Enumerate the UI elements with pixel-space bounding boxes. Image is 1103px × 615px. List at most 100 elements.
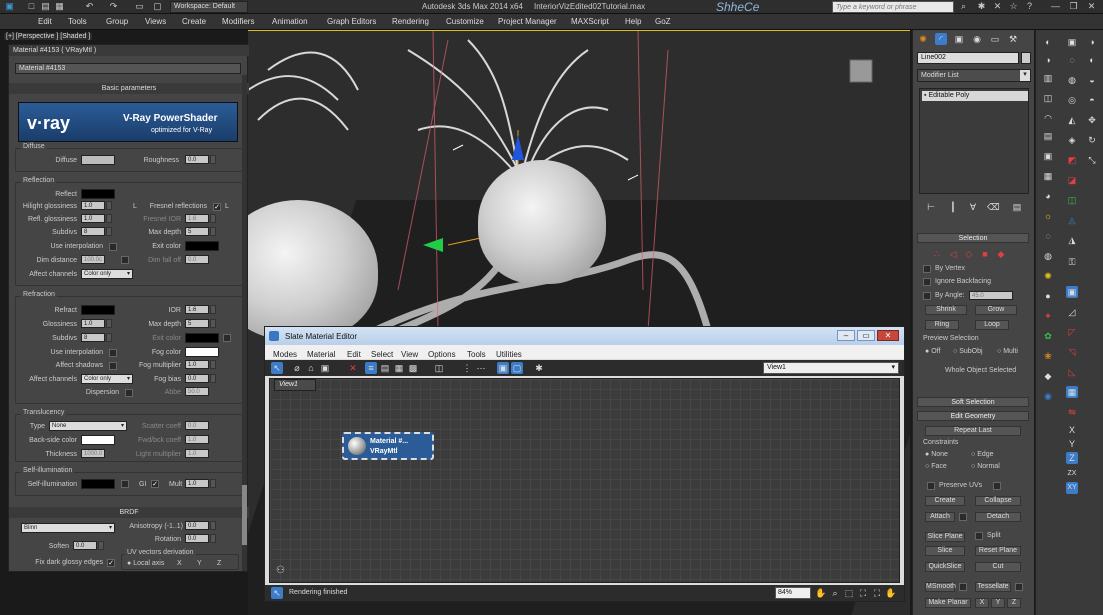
fix-dark-glossy-edges-checkbox[interactable]: ✓ [107, 559, 115, 567]
planar-z-button[interactable]: Z [1007, 598, 1021, 608]
rect-select-icon[interactable]: ◒ [1086, 74, 1098, 86]
menu-edit[interactable]: Edit [38, 17, 52, 26]
axis-z-icon[interactable]: Z [1066, 452, 1078, 464]
save-icon[interactable]: ▦ [54, 1, 65, 12]
redo-icon[interactable]: ↷ [108, 1, 119, 12]
create-button[interactable]: Create [925, 496, 965, 506]
dim-distance-checkbox[interactable] [121, 256, 129, 264]
menu-animation[interactable]: Animation [272, 17, 308, 26]
axis-x-radio[interactable]: X [177, 560, 182, 567]
lock-icon[interactable]: ⚿ [1066, 256, 1078, 268]
object-name-field[interactable]: Line002 [917, 52, 1019, 64]
scatter-coeff-spinner[interactable]: 0.0 [185, 421, 209, 430]
menu-rendering[interactable]: Rendering [392, 17, 429, 26]
reset-plane-button[interactable]: Reset Plane [975, 546, 1021, 556]
zoom-extents-selected-icon[interactable]: ⛶ [871, 587, 883, 599]
fresnel-lock-label[interactable]: L [225, 203, 229, 210]
refl-max-depth-spinner[interactable]: 5 [185, 227, 209, 236]
refl-subdivs-spin-btn[interactable] [106, 227, 112, 236]
nurbs-tool-icon[interactable]: ◫ [1066, 194, 1078, 206]
slate-maximize-button[interactable]: ▭ [857, 330, 875, 341]
tools-icon[interactable]: ✕ [992, 1, 1003, 12]
refl-exit-color-swatch[interactable] [185, 241, 219, 251]
translucency-type-dropdown[interactable]: None [49, 421, 127, 431]
thickness-spinner[interactable]: 1000.0 [81, 449, 105, 458]
hilight-glossiness-spinner[interactable]: 1.0 [81, 201, 105, 210]
zoom-dropdown[interactable]: 84% [775, 587, 811, 599]
align-icon[interactable]: ▥ [1042, 72, 1054, 84]
view1-tab[interactable]: View1 [274, 379, 316, 391]
zoom-extents-icon[interactable]: ⛶ [857, 587, 869, 599]
subobj-radio[interactable]: ○ SubObj [953, 348, 983, 355]
menu-help[interactable]: Help [625, 17, 641, 26]
object-color-swatch[interactable] [1021, 52, 1031, 64]
refl-gloss-spin-btn[interactable] [106, 214, 112, 223]
slate-menu-tools[interactable]: Tools [467, 350, 486, 359]
view-select-dropdown[interactable]: View1 ▾ [763, 362, 899, 374]
pan-to-selected-icon[interactable]: ✋ [885, 587, 897, 599]
fog-mult-spin-btn[interactable] [210, 360, 216, 369]
by-angle-checkbox[interactable] [923, 292, 931, 300]
edit-named-sel-icon[interactable]: ◺ [1066, 366, 1078, 378]
menu-goz[interactable]: GoZ [655, 17, 671, 26]
attach-list-button[interactable] [959, 513, 967, 521]
sun-icon[interactable]: ✺ [1042, 270, 1054, 282]
constraint-face-radio[interactable]: ○ Face [925, 463, 947, 470]
cone-tool-icon[interactable]: ◭ [1066, 114, 1078, 126]
slate-close-button[interactable]: ✕ [877, 330, 899, 341]
roughness-spin-btn[interactable] [210, 155, 216, 164]
planar-x-button[interactable]: X [975, 598, 989, 608]
background-icon[interactable]: ▩ [407, 362, 419, 374]
workspace-dropdown[interactable]: Workspace: Default [170, 1, 248, 13]
hold-icon[interactable]: ▢ [152, 1, 163, 12]
particle-tool-icon[interactable]: ◮ [1066, 234, 1078, 246]
by-angle-spinner[interactable]: 45.0 [969, 291, 1013, 300]
fresnel-ior-spinner[interactable]: 1.6 [185, 214, 209, 223]
new-file-icon[interactable]: □ [26, 1, 37, 12]
ignore-backfacing-checkbox[interactable] [923, 278, 931, 286]
ring-button[interactable]: Ring [925, 320, 959, 330]
assign-material-icon[interactable]: ▣ [319, 362, 331, 374]
star-icon-2[interactable]: ☆ [1008, 1, 1019, 12]
refr-subdivs-spinner[interactable]: 8 [81, 333, 105, 342]
remove-modifier-icon[interactable]: ⌫ [987, 201, 1000, 213]
self-illum-map-button[interactable] [121, 480, 129, 488]
refl-glossiness-spinner[interactable]: 1.0 [81, 214, 105, 223]
detach-button[interactable]: Detach [975, 512, 1021, 522]
repeat-last-button[interactable]: Repeat Last [925, 426, 1021, 436]
sphere-tool-icon[interactable]: ◌ [1066, 54, 1078, 66]
spinner-snap-icon[interactable]: ◹ [1066, 346, 1078, 358]
abbe-spinner[interactable]: 50.0 [185, 387, 209, 396]
constraint-normal-radio[interactable]: ○ Normal [971, 463, 1000, 470]
axis-y-radio[interactable]: Y [197, 560, 202, 567]
app-logo-icon[interactable]: ▣ [4, 1, 15, 12]
self-illum-mult-spinner[interactable]: 1.0 [185, 479, 209, 488]
self-illumination-swatch[interactable] [81, 479, 115, 489]
slate-menu-utilities[interactable]: Utilities [496, 350, 522, 359]
make-unique-icon[interactable]: ∀ [967, 201, 979, 213]
preserve-uvs-settings-button[interactable] [993, 482, 1001, 490]
multi-radio[interactable]: ○ Multi [997, 348, 1018, 355]
restore-icon[interactable]: ❐ [1068, 1, 1079, 12]
tessellate-button[interactable]: Tessellate [975, 582, 1011, 592]
rotation-spin-btn[interactable] [210, 534, 216, 543]
menu-maxscript[interactable]: MAXScript [571, 17, 609, 26]
collapse-button[interactable]: Collapse [975, 496, 1021, 506]
motion-tab-icon[interactable]: ◉ [971, 33, 983, 45]
msmooth-button[interactable]: MSmooth [925, 582, 956, 592]
basic-parameters-rollout[interactable]: Basic parameters [9, 83, 249, 94]
slate-minimize-button[interactable]: – [837, 330, 855, 341]
panel-scroll-thumb[interactable] [242, 485, 247, 545]
self-illum-mult-spin-btn[interactable] [210, 479, 216, 488]
panel-scrollbar[interactable] [242, 75, 247, 571]
cylinder-tool-icon[interactable]: ◍ [1066, 74, 1078, 86]
vray-fur-icon[interactable]: ❀ [1042, 350, 1054, 362]
back-side-color-swatch[interactable] [81, 435, 115, 445]
snap-toggle-icon[interactable]: ▣ [1066, 286, 1078, 298]
line-tool-icon[interactable]: ◪ [1066, 174, 1078, 186]
hierarchy-tab-icon[interactable]: ▣ [953, 33, 965, 45]
msmooth-settings-button[interactable] [959, 583, 967, 591]
schematic-icon[interactable]: ▤ [1042, 130, 1054, 142]
affect-shadows-checkbox[interactable] [109, 362, 117, 370]
refr-glossiness-spinner[interactable]: 1.0 [81, 319, 105, 328]
